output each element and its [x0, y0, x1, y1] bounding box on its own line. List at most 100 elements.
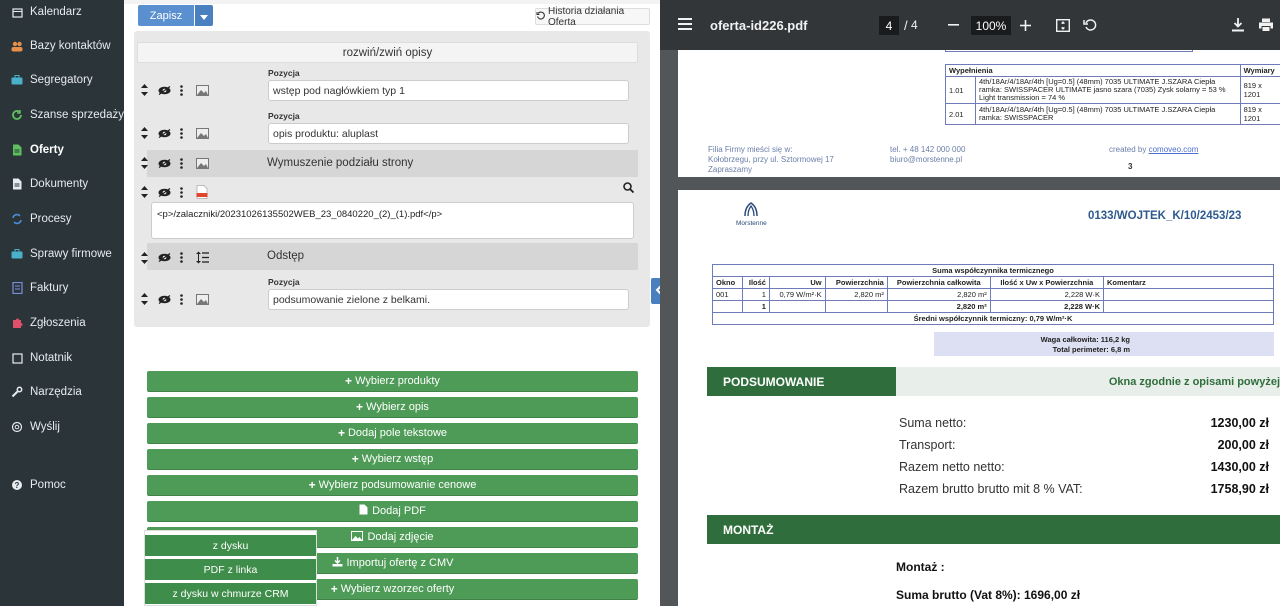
footer-line: Kołobrzegu, przy ul. Sztormowej 17 [708, 155, 834, 164]
visibility-icon[interactable] [157, 253, 171, 262]
sidebar-item-sprawy-firmowe[interactable]: Sprawy firmowe [0, 242, 124, 266]
table-row: 1.01 4th/18Ar/4/18Ar/4th [Ug=0.5] (48mm)… [945, 76, 1280, 104]
position-input[interactable]: opis produktu: aluplast [268, 123, 629, 144]
zoom-level[interactable]: 100% [971, 16, 1011, 35]
sidebar-item-faktury[interactable]: Faktury [0, 276, 124, 300]
page-separator: / [904, 18, 908, 33]
table-header: Okno [712, 276, 743, 289]
pdf-from-disk-option[interactable]: z dysku [145, 535, 316, 556]
pdf-page-4: Morstenne 0133/WOJTEK_K/10/2453/23 Suma … [678, 190, 1280, 606]
history-button[interactable]: Historia działania Oferta [535, 6, 650, 28]
image-icon [195, 157, 209, 169]
sidebar-item-bazy-kontaktow[interactable]: Bazy kontaktów [0, 34, 124, 58]
more-icon[interactable] [178, 252, 184, 263]
zoom-in-icon[interactable] [1020, 20, 1031, 31]
search-icon[interactable] [623, 182, 634, 193]
more-icon[interactable] [178, 84, 184, 96]
sidebar-item-narzedzia[interactable]: Narzędzia [0, 380, 124, 404]
plus-icon: + [351, 452, 359, 466]
pdf-from-crm-cloud-option[interactable]: z dysku w chmurze CRM [145, 583, 316, 604]
more-icon[interactable] [178, 293, 184, 305]
sidebar-item-notatnik[interactable]: Notatnik [0, 346, 124, 370]
file-icon [11, 178, 23, 190]
footer-link[interactable]: comoveo.com [1149, 145, 1199, 154]
select-description-button[interactable]: + Wybierz opis [147, 397, 638, 418]
logo-text: Morstenne [736, 220, 767, 227]
visibility-icon[interactable] [157, 158, 171, 168]
table-cell [712, 300, 743, 313]
save-button[interactable]: Zapisz [138, 5, 194, 26]
move-icon[interactable] [139, 293, 149, 305]
pdf-from-link-option[interactable]: PDF z linka [145, 559, 316, 580]
row-controls [139, 157, 209, 169]
move-icon[interactable] [139, 251, 149, 264]
more-icon[interactable] [178, 157, 184, 169]
history-icon [536, 10, 548, 23]
table-header: Uw [768, 276, 826, 289]
move-icon[interactable] [139, 84, 149, 96]
sidebar-item-label: Segregatory [30, 74, 93, 86]
position-input[interactable]: podsumowanie zielone z belkami. [268, 289, 629, 310]
more-icon[interactable] [178, 127, 184, 139]
note-icon [11, 352, 23, 364]
cycle-icon [11, 213, 23, 225]
sidebar-item-dokumenty[interactable]: Dokumenty [0, 172, 124, 196]
sidebar-item-wyslij[interactable]: Wyślij [0, 415, 124, 439]
sidebar-item-label: Zgłoszenia [30, 317, 86, 329]
table-row: 001 1 0,79 W/m²·K 2,820 m² 2,820 m² 2,22… [712, 288, 1274, 301]
page-number: 3 [1128, 162, 1133, 171]
rotate-icon[interactable] [1083, 18, 1097, 32]
visibility-icon[interactable] [157, 85, 171, 95]
puzzle-icon [11, 317, 23, 329]
position-input[interactable]: wstęp pod nagłówkiem typ 1 [268, 80, 629, 101]
briefcase-icon [11, 248, 23, 260]
menu-icon[interactable] [678, 18, 692, 30]
select-products-button[interactable]: + Wybierz produkty [147, 371, 638, 392]
sidebar-item-segregatory[interactable]: Segregatory [0, 68, 124, 92]
table-cell: 1.01 [945, 76, 976, 104]
select-price-summary-button[interactable]: + Wybierz podsumowanie cenowe [147, 475, 638, 496]
summary-value: 1430,00 zł [1210, 460, 1269, 474]
pdf-icon [195, 185, 209, 199]
logo-icon [742, 202, 760, 221]
more-icon[interactable] [178, 186, 184, 198]
sidebar-item-label: Notatnik [30, 352, 73, 364]
sidebar-item-pomoc[interactable]: ? Pomoc [0, 473, 124, 497]
sidebar-item-procesy[interactable]: Procesy [0, 207, 124, 231]
visibility-icon[interactable] [157, 294, 171, 304]
zoom-out-icon[interactable] [948, 24, 959, 26]
add-text-field-button[interactable]: + Dodaj pole tekstowe [147, 423, 638, 444]
table-header: Powierzchnia [824, 276, 888, 289]
page-number-input[interactable]: 4 [879, 16, 899, 35]
calendar-icon [11, 6, 23, 18]
table-header: Komentarz [1103, 276, 1274, 289]
move-icon[interactable] [139, 127, 149, 139]
visibility-icon[interactable] [157, 128, 171, 138]
summary-label: Transport: [899, 438, 956, 452]
sidebar-item-label: Faktury [30, 282, 69, 294]
table-cell: 2,820 m² [886, 300, 991, 313]
fit-page-icon[interactable] [1056, 19, 1070, 32]
image-icon [195, 293, 209, 305]
pdf-path-textarea[interactable]: <p>/zalaczniki/20231026135502WEB_23_0840… [151, 202, 634, 239]
sidebar-item-zgloszenia[interactable]: Zgłoszenia [0, 311, 124, 335]
move-icon[interactable] [139, 186, 149, 198]
toggle-descriptions-button[interactable]: rozwiń/zwiń opisy [137, 42, 638, 63]
select-intro-button[interactable]: + Wybierz wstęp [147, 449, 638, 470]
print-icon[interactable] [1259, 18, 1273, 32]
table-fragment [945, 50, 1193, 52]
summary-value: 200,00 zł [1217, 438, 1269, 452]
thermal-table: Suma współczynnika termicznego Okno Iloś… [712, 264, 1274, 325]
download-icon[interactable] [1232, 18, 1244, 32]
add-pdf-button[interactable]: Dodaj PDF [147, 501, 638, 522]
table-header: Powierzchnia całkowita [886, 276, 991, 289]
sidebar-item-szanse-sprzedazy[interactable]: Szanse sprzedaży [0, 103, 124, 127]
move-icon[interactable] [139, 157, 149, 169]
sidebar-item-kalendarz[interactable]: Kalendarz [0, 0, 124, 24]
montaz-section-bar: MONTAŻ [707, 515, 1280, 544]
table-cell: 2.01 [945, 103, 976, 125]
visibility-icon[interactable] [157, 187, 171, 197]
save-options-toggle[interactable] [195, 5, 213, 26]
sidebar-item-oferty[interactable]: Oferty [0, 138, 124, 162]
weight-box: Waga całkowita: 116,2 kg Total perimeter… [934, 332, 1274, 356]
